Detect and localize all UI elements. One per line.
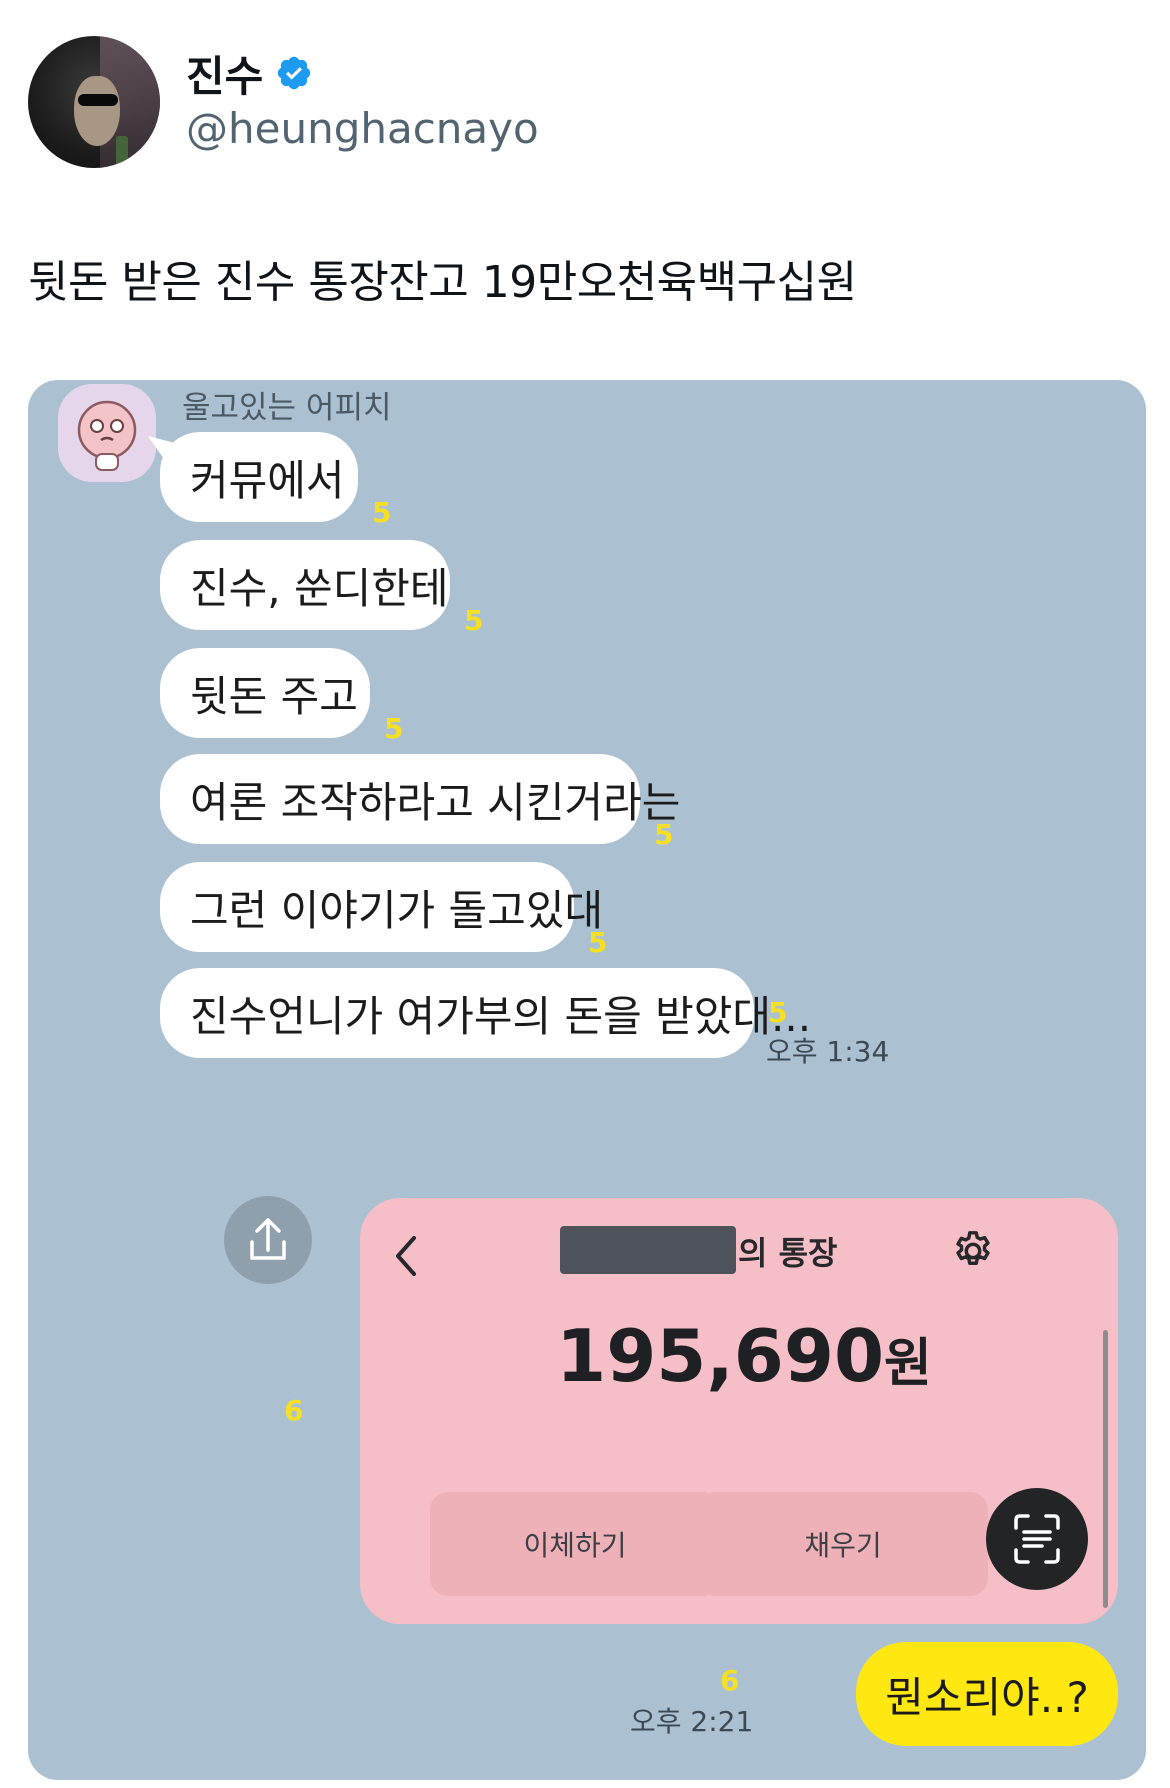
avatar-sunglasses: [78, 94, 118, 106]
my-message-bubble[interactable]: 뭔소리야..?: [856, 1642, 1118, 1746]
reply-time: 오후 2:21: [630, 1705, 754, 1738]
gear-icon[interactable]: [950, 1228, 996, 1274]
avatar-figure: [74, 76, 120, 146]
scrollbar[interactable]: [1103, 1330, 1108, 1608]
scan-text-button[interactable]: [986, 1488, 1088, 1590]
author-handle[interactable]: @heunghacnayo: [186, 104, 539, 153]
message-text: 여론 조작하라고 시킨거라는: [190, 777, 681, 827]
unread-count: 5: [654, 818, 674, 851]
sender-name: 울고있는 어피치: [182, 390, 392, 426]
tweet-text: 뒷돈 받은 진수 통장잔고 19만오천육백구십원: [28, 257, 857, 308]
back-chevron-icon[interactable]: [388, 1232, 424, 1280]
peach-character-icon: [77, 400, 137, 471]
sender-avatar[interactable]: [58, 384, 156, 482]
message-bubble[interactable]: 그런 이야기가 돌고있대: [160, 862, 603, 952]
balance-unit: 원: [884, 1334, 932, 1394]
message-time: 오후 1:34: [766, 1035, 890, 1068]
share-button[interactable]: [224, 1196, 312, 1284]
message-text: 진수언니가 여가부의 돈을 받았대...: [190, 991, 812, 1041]
bank-account-screenshot[interactable]: 의 통장 195,690원 이체하기 채우기: [360, 1198, 1118, 1624]
message-bubble[interactable]: 여론 조작하라고 시킨거라는: [160, 754, 680, 844]
fill-button[interactable]: 채우기: [698, 1492, 988, 1596]
transfer-button[interactable]: 이체하기: [430, 1492, 720, 1596]
message-text: 진수, 쑨디한테: [190, 563, 449, 613]
author-name[interactable]: 진수: [186, 43, 263, 104]
verified-badge-icon: [278, 56, 311, 90]
message-bubble[interactable]: 커뮤에서: [160, 432, 358, 522]
transfer-label: 이체하기: [523, 1529, 627, 1562]
unread-count: 5: [464, 604, 484, 637]
message-text: 커뮤에서: [190, 455, 345, 505]
message-text: 그런 이야기가 돌고있대: [190, 885, 604, 935]
balance-amount: 195,690: [556, 1314, 885, 1398]
message-text: 뒷돈 주고: [190, 671, 358, 721]
share-icon: [250, 1218, 286, 1260]
author-avatar[interactable]: [28, 36, 160, 168]
account-balance: 195,690원: [360, 1314, 1118, 1398]
message-bubble[interactable]: 진수, 쑨디한테: [160, 540, 450, 630]
message-bubble[interactable]: 진수언니가 여가부의 돈을 받았대...: [160, 968, 811, 1058]
unread-count: 6: [720, 1664, 740, 1697]
author-name-row: 진수: [186, 48, 313, 101]
chat-screenshot: 울고있는 어피치 커뮤에서 5 진수, 쑨디한테 5 뒷돈 주고 5 여론 조작…: [28, 380, 1146, 1780]
account-title: 의 통장: [738, 1234, 838, 1272]
message-bubble[interactable]: 뒷돈 주고: [160, 648, 370, 738]
unread-count: 5: [372, 496, 392, 529]
fill-label: 채우기: [804, 1529, 882, 1562]
unread-count: 6: [284, 1394, 304, 1427]
my-message-text: 뭔소리야..?: [885, 1672, 1089, 1722]
unread-count: 5: [588, 926, 608, 959]
unread-count: 5: [768, 996, 788, 1029]
scan-text-icon: [1014, 1514, 1060, 1564]
avatar-bottle: [116, 136, 128, 168]
redacted-account-name: [560, 1226, 736, 1274]
unread-count: 5: [384, 712, 404, 745]
